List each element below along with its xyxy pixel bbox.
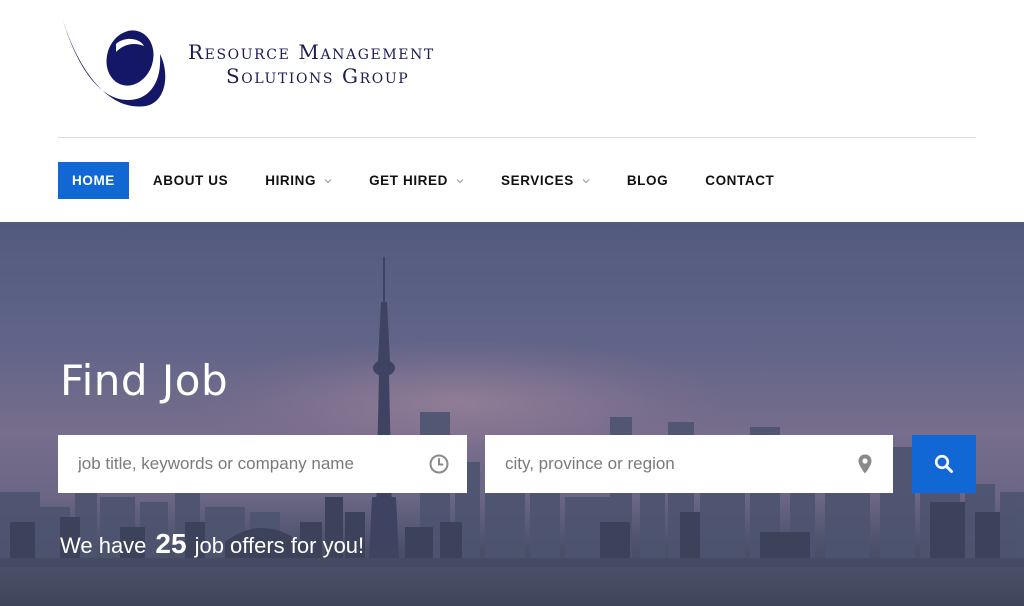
nav-blog-label: BLOG [626,173,669,188]
nav-home-label: HOME [72,173,115,188]
nav-contact-label: CONTACT [705,173,775,188]
nav-get-hired[interactable]: GET HIRED [369,162,464,199]
clock-icon [429,454,449,474]
brand-name: Resource Management Solutions Group [188,40,435,88]
location-search-box [485,435,893,493]
chevron-down-icon [582,178,590,183]
keyword-search-input[interactable] [58,435,428,493]
site-header: Resource Management Solutions Group HOME… [0,0,1024,222]
keyword-search-box [58,435,467,493]
header-divider [58,137,976,138]
nav-home[interactable]: HOME [58,162,129,199]
hero-title: Find Job [60,356,229,405]
nav-hiring[interactable]: HIRING [265,162,332,199]
location-search-input[interactable] [485,435,854,493]
nav-about-us-label: ABOUT US [152,173,229,188]
rmsg-swoosh-logo-icon [62,18,166,107]
main-nav: HOME ABOUT US HIRING GET HIRED SERVICES … [58,162,811,199]
brand-name-line1: Resource Management [188,40,435,64]
nav-services[interactable]: SERVICES [501,162,590,199]
chevron-down-icon [456,178,464,183]
search-button[interactable] [912,435,976,493]
brand-logo[interactable]: Resource Management Solutions Group [58,14,498,114]
nav-blog[interactable]: BLOG [627,162,668,199]
lake-water [0,567,1024,606]
brand-name-line2: Solutions Group [226,64,410,88]
offers-prefix: We have [60,533,147,558]
offers-count: 25 [155,528,187,559]
nav-about-us[interactable]: ABOUT US [153,162,228,199]
nav-contact[interactable]: CONTACT [705,162,774,199]
job-offers-summary: We have 25 job offers for you! [60,528,364,560]
chevron-down-icon [324,178,332,183]
hero-banner: Find Job We have 25 job offers for you! [0,222,1024,606]
nav-get-hired-label: GET HIRED [369,173,448,188]
search-icon [934,454,953,473]
nav-services-label: SERVICES [500,173,574,188]
map-pin-icon [858,454,872,474]
offers-suffix: job offers for you! [194,533,365,558]
nav-hiring-label: HIRING [265,173,317,188]
